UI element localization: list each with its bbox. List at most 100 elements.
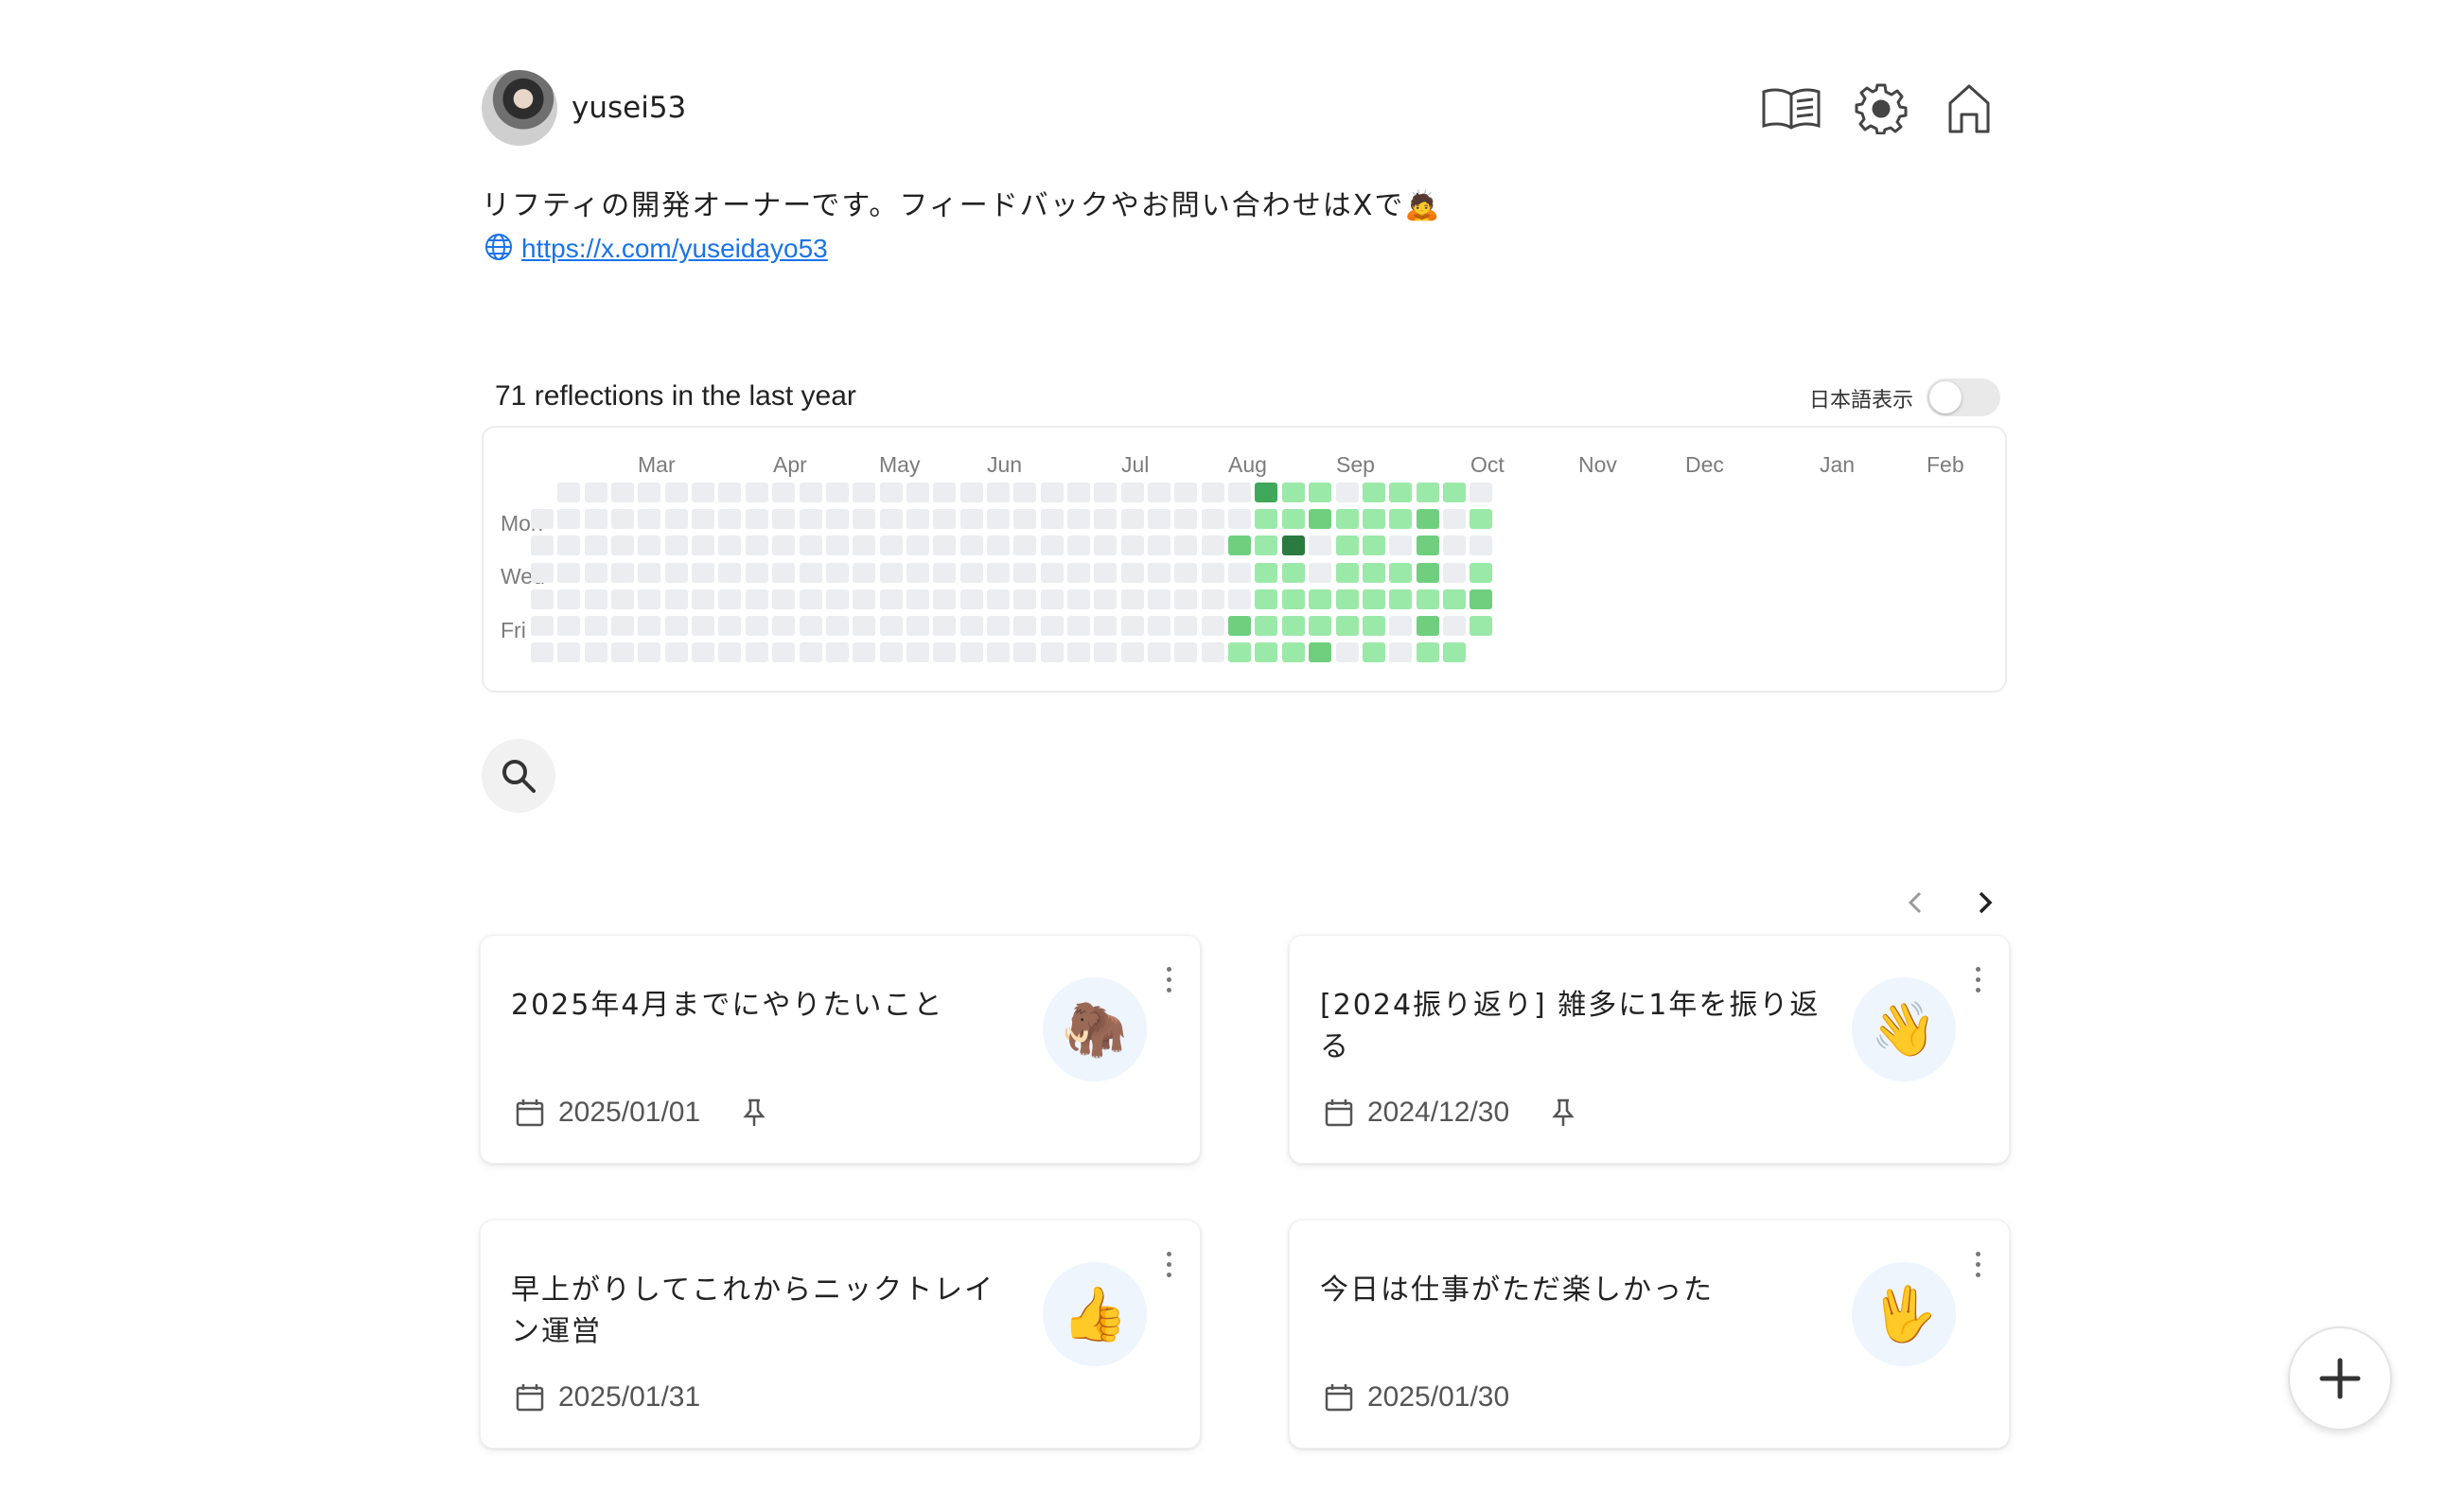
heatmap-cell[interactable] <box>1094 588 1118 609</box>
heatmap-cell[interactable] <box>1335 562 1359 583</box>
heatmap-cell[interactable] <box>638 616 661 636</box>
heatmap-cell[interactable] <box>1040 616 1064 636</box>
heatmap-cell[interactable] <box>959 588 983 609</box>
heatmap-cell[interactable] <box>1174 483 1198 502</box>
heatmap-cell[interactable] <box>933 483 957 502</box>
heatmap-cell[interactable] <box>1201 588 1224 609</box>
pin-icon[interactable] <box>1551 1098 1575 1128</box>
heatmap-cell[interactable] <box>906 588 929 609</box>
heatmap-cell[interactable] <box>718 483 742 502</box>
heatmap-cell[interactable] <box>1040 509 1064 530</box>
heatmap-cell[interactable] <box>1416 616 1439 636</box>
heatmap-cell[interactable] <box>1174 562 1198 583</box>
heatmap-cell[interactable] <box>1120 483 1144 502</box>
heatmap-cell[interactable] <box>1335 483 1359 502</box>
heatmap-cell[interactable] <box>1174 509 1198 530</box>
heatmap-cell[interactable] <box>1416 483 1439 502</box>
heatmap-cell[interactable] <box>531 509 554 530</box>
heatmap-cell[interactable] <box>1013 562 1037 583</box>
heatmap-cell[interactable] <box>557 509 581 530</box>
heatmap-cell[interactable] <box>745 483 768 502</box>
heatmap-cell[interactable] <box>531 642 554 663</box>
heatmap-cell[interactable] <box>718 536 742 556</box>
heatmap-cell[interactable] <box>799 642 822 663</box>
heatmap-cell[interactable] <box>853 536 876 556</box>
heatmap-cell[interactable] <box>692 483 715 502</box>
heatmap-cell[interactable] <box>1040 562 1064 583</box>
heatmap-cell[interactable] <box>959 483 983 502</box>
heatmap-cell[interactable] <box>531 562 554 583</box>
heatmap-cell[interactable] <box>906 562 929 583</box>
book-icon[interactable] <box>1760 79 1822 136</box>
heatmap-cell[interactable] <box>1389 483 1413 502</box>
heatmap-cell[interactable] <box>1013 588 1037 609</box>
heatmap-cell[interactable] <box>664 536 688 556</box>
profile-link[interactable]: https://x.com/yuseidayo53 <box>521 234 828 264</box>
heatmap-cell[interactable] <box>853 588 876 609</box>
heatmap-cell[interactable] <box>1416 536 1439 556</box>
heatmap-cell[interactable] <box>584 562 607 583</box>
heatmap-cell[interactable] <box>718 616 742 636</box>
heatmap-cell[interactable] <box>986 483 1010 502</box>
heatmap-cell[interactable] <box>664 588 688 609</box>
home-icon[interactable] <box>1938 79 2000 136</box>
heatmap-cell[interactable] <box>799 588 822 609</box>
heatmap-cell[interactable] <box>718 509 742 530</box>
reflection-card[interactable]: [2024振り返り] 雑多に1年を振り返る 👋 2024/12/30 <box>1289 935 2010 1164</box>
heatmap-cell[interactable] <box>531 536 554 556</box>
heatmap-cell[interactable] <box>1362 536 1385 556</box>
heatmap-cell[interactable] <box>1281 483 1305 502</box>
heatmap-cell[interactable] <box>664 509 688 530</box>
heatmap-cell[interactable] <box>799 483 822 502</box>
add-reflection-button[interactable] <box>2288 1326 2392 1431</box>
heatmap-cell[interactable] <box>638 536 661 556</box>
heatmap-cell[interactable] <box>853 642 876 663</box>
heatmap-cell[interactable] <box>772 616 796 636</box>
heatmap-cell[interactable] <box>584 588 607 609</box>
more-options-button[interactable] <box>1963 1245 1992 1283</box>
heatmap-cell[interactable] <box>1067 616 1090 636</box>
heatmap-cell[interactable] <box>1362 588 1385 609</box>
heatmap-cell[interactable] <box>1228 642 1252 663</box>
heatmap-cell[interactable] <box>1470 509 1493 530</box>
heatmap-cell[interactable] <box>611 616 635 636</box>
heatmap-cell[interactable] <box>557 616 581 636</box>
heatmap-cell[interactable] <box>1309 509 1332 530</box>
heatmap-cell[interactable] <box>772 642 796 663</box>
heatmap-cell[interactable] <box>1335 588 1359 609</box>
heatmap-cell[interactable] <box>531 588 554 609</box>
heatmap-cell[interactable] <box>584 483 607 502</box>
heatmap-cell[interactable] <box>1228 562 1252 583</box>
heatmap-cell[interactable] <box>1148 616 1171 636</box>
heatmap-cell[interactable] <box>692 588 715 609</box>
heatmap-cell[interactable] <box>692 509 715 530</box>
heatmap-cell[interactable] <box>1362 509 1385 530</box>
heatmap-cell[interactable] <box>1362 483 1385 502</box>
heatmap-cell[interactable] <box>584 536 607 556</box>
heatmap-cell[interactable] <box>1309 536 1332 556</box>
heatmap-cell[interactable] <box>1470 536 1493 556</box>
heatmap-cell[interactable] <box>1174 616 1198 636</box>
heatmap-cell[interactable] <box>772 588 796 609</box>
heatmap-cell[interactable] <box>557 642 581 663</box>
heatmap-cell[interactable] <box>986 536 1010 556</box>
next-page-button[interactable] <box>1966 884 2004 922</box>
heatmap-cell[interactable] <box>825 616 849 636</box>
heatmap-cell[interactable] <box>1174 642 1198 663</box>
heatmap-cell[interactable] <box>1281 562 1305 583</box>
heatmap-cell[interactable] <box>1201 616 1224 636</box>
heatmap-cell[interactable] <box>1148 642 1171 663</box>
heatmap-cell[interactable] <box>638 509 661 530</box>
heatmap-cell[interactable] <box>1255 616 1278 636</box>
heatmap-cell[interactable] <box>959 642 983 663</box>
heatmap-cell[interactable] <box>1174 588 1198 609</box>
heatmap-cell[interactable] <box>1094 536 1118 556</box>
prev-page-button[interactable] <box>1896 884 1934 922</box>
heatmap-cell[interactable] <box>1201 562 1224 583</box>
heatmap-cell[interactable] <box>1335 642 1359 663</box>
heatmap-cell[interactable] <box>799 616 822 636</box>
heatmap-cell[interactable] <box>1228 483 1252 502</box>
heatmap-cell[interactable] <box>1281 616 1305 636</box>
heatmap-cell[interactable] <box>584 509 607 530</box>
heatmap-cell[interactable] <box>1201 509 1224 530</box>
